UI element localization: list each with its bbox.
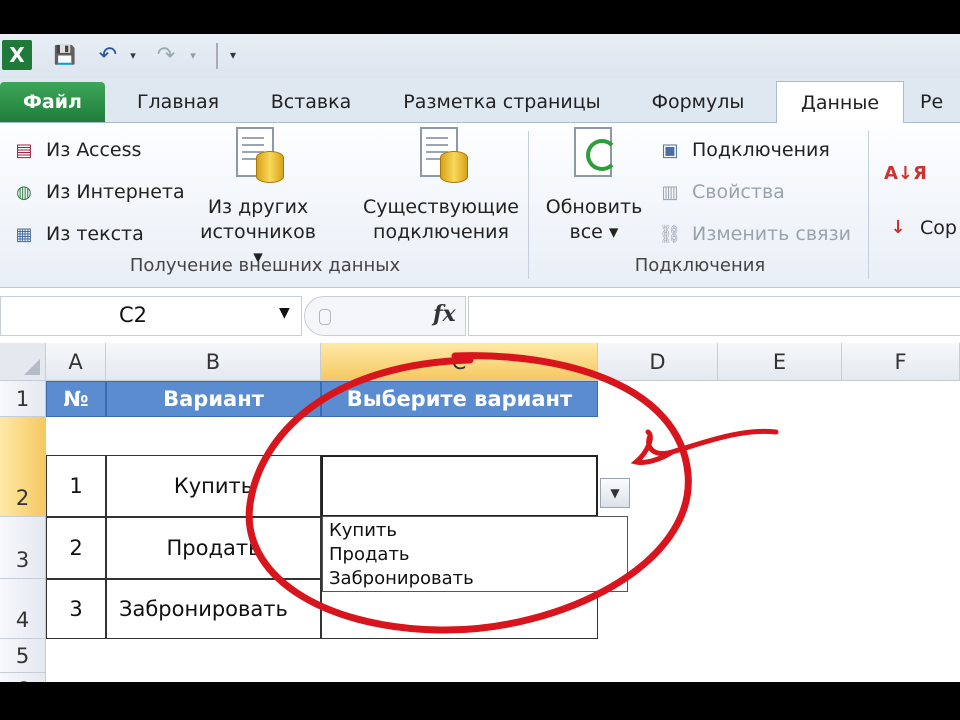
from-web-label: Из Интернета xyxy=(46,181,185,203)
row-header-5[interactable]: 5 xyxy=(0,639,46,673)
existing-connections-button[interactable]: Существующие подключения xyxy=(358,127,524,245)
from-web-button[interactable]: ◍ Из Интернета xyxy=(10,177,185,207)
cell-b2[interactable]: Купить xyxy=(106,455,321,517)
connections-button[interactable]: ▣ Подключения xyxy=(656,135,830,165)
ribbon-panel: ▤ Из Access ◍ Из Интернета ▦ Из текста И… xyxy=(0,123,960,288)
tab-insert[interactable]: Вставка xyxy=(256,82,366,122)
undo-dropdown-icon[interactable]: ▾ xyxy=(126,40,140,70)
validation-dropdown-list: Купить Продать Забронировать xyxy=(322,516,628,592)
existing-connections-icon xyxy=(414,125,468,183)
quick-access-toolbar: X 💾 ↶ ▾ ↷ ▾ ▾ xyxy=(0,34,960,78)
toolbar-separator xyxy=(216,43,218,69)
dropdown-arrow-icon[interactable]: ▼ xyxy=(600,478,630,508)
refresh-label-2: все ▾ xyxy=(569,221,619,243)
from-text-label: Из текста xyxy=(46,223,144,245)
column-header-b[interactable]: B xyxy=(106,343,321,381)
cell-c1[interactable]: Выберите вариант xyxy=(321,381,598,417)
from-access-button[interactable]: ▤ Из Access xyxy=(10,135,141,165)
tab-review[interactable]: Ре xyxy=(920,82,960,122)
from-access-label: Из Access xyxy=(46,139,142,161)
undo-icon[interactable]: ↶ xyxy=(96,40,120,70)
insert-function-icon[interactable]: fx xyxy=(433,301,456,327)
group-separator xyxy=(528,131,529,279)
tab-file[interactable]: Файл xyxy=(0,82,105,122)
refresh-all-button[interactable]: Обновить все ▾ xyxy=(536,127,652,245)
dropdown-option-reserve[interactable]: Забронировать xyxy=(329,567,621,591)
connections-label: Подключения xyxy=(692,139,830,161)
group-connections-label: Подключения xyxy=(634,255,766,276)
excel-window: X 💾 ↶ ▾ ↷ ▾ ▾ Файл Главная Вставка Разме… xyxy=(0,34,960,682)
sort-icon: ↓ xyxy=(890,217,906,238)
other-sources-icon xyxy=(230,125,284,183)
sort-button[interactable]: ↓ Сор xyxy=(884,213,957,243)
save-icon[interactable]: 💾 xyxy=(50,40,80,70)
existing-label-2: подключения xyxy=(373,221,509,243)
cell-a3[interactable]: 2 xyxy=(46,517,106,579)
from-text-button[interactable]: ▦ Из текста xyxy=(10,219,144,249)
text-file-icon: ▦ xyxy=(15,223,33,245)
resize-handle[interactable] xyxy=(319,309,331,325)
chevron-down-icon[interactable]: ▼ xyxy=(279,305,290,321)
formula-controls: fx xyxy=(304,296,466,336)
row-header-2[interactable]: 2 xyxy=(0,417,46,517)
access-icon: ▤ xyxy=(15,139,33,161)
column-header-f[interactable]: F xyxy=(842,343,960,381)
column-header-e[interactable]: E xyxy=(718,343,842,381)
select-all-corner[interactable] xyxy=(0,343,46,381)
name-box[interactable]: C2 ▼ xyxy=(0,296,302,336)
excel-app-icon[interactable]: X xyxy=(2,40,32,70)
sort-label: Сор xyxy=(920,217,957,239)
connections-icon: ▣ xyxy=(661,139,679,161)
row-header-4[interactable]: 4 xyxy=(0,579,46,639)
cell-b3[interactable]: Продать xyxy=(106,517,321,579)
tab-data[interactable]: Данные xyxy=(776,81,904,124)
row-header-6[interactable]: 6 xyxy=(0,673,46,682)
edit-links-label: Изменить связи xyxy=(692,223,851,245)
properties-icon: ▥ xyxy=(661,181,679,203)
row-header-3[interactable]: 3 xyxy=(0,517,46,579)
chain-link-icon: ⛓ xyxy=(658,223,682,245)
formula-bar: C2 ▼ fx xyxy=(0,296,960,336)
group-get-external-data-label: Получение внешних данных xyxy=(129,255,401,276)
redo-dropdown-icon[interactable]: ▾ xyxy=(186,40,200,70)
worksheet-grid: A B C D E F 1 2 3 4 5 6 № Вариант Выбери… xyxy=(0,343,960,682)
web-icon: ◍ xyxy=(16,181,32,203)
tab-home[interactable]: Главная xyxy=(110,82,246,122)
edit-links-button[interactable]: ⛓ Изменить связи xyxy=(656,219,851,249)
properties-button[interactable]: ▥ Свойства xyxy=(656,177,785,207)
properties-label: Свойства xyxy=(692,181,785,203)
column-header-a[interactable]: A xyxy=(46,343,106,381)
column-header-c[interactable]: C xyxy=(321,343,598,381)
cell-a2[interactable]: 1 xyxy=(46,455,106,517)
sort-az-button[interactable]: А↓Я xyxy=(884,159,927,189)
row-header-1[interactable]: 1 xyxy=(0,381,46,417)
active-cell-border xyxy=(321,455,598,517)
dropdown-option-sell[interactable]: Продать xyxy=(329,543,621,567)
refresh-label-1: Обновить xyxy=(545,196,643,218)
tab-page-layout[interactable]: Разметка страницы xyxy=(384,82,620,122)
tab-formulas[interactable]: Формулы xyxy=(632,82,764,122)
customize-toolbar-icon[interactable]: ▾ xyxy=(224,40,242,70)
redo-icon[interactable]: ↷ xyxy=(154,40,178,70)
formula-input[interactable] xyxy=(468,296,960,336)
sort-az-icon: А↓Я xyxy=(884,163,927,184)
from-other-label-1: Из других xyxy=(207,196,309,218)
cell-b4[interactable]: Забронировать xyxy=(106,579,321,639)
existing-label-1: Существующие xyxy=(363,196,519,218)
cell-a1[interactable]: № xyxy=(46,381,106,417)
group-separator xyxy=(868,131,869,279)
column-header-d[interactable]: D xyxy=(598,343,718,381)
dropdown-option-buy[interactable]: Купить xyxy=(329,519,621,543)
refresh-icon xyxy=(568,125,622,183)
ribbon-tabs: Файл Главная Вставка Разметка страницы Ф… xyxy=(0,78,960,124)
cell-b1[interactable]: Вариант xyxy=(106,381,321,417)
name-box-value: C2 xyxy=(119,303,148,327)
cell-a4[interactable]: 3 xyxy=(46,579,106,639)
